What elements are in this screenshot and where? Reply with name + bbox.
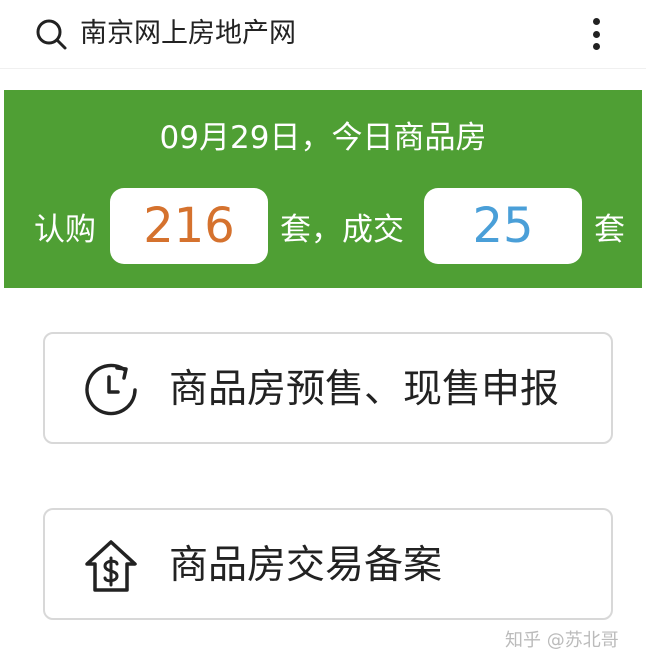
app-title: 南京网上房地产网: [80, 18, 296, 49]
clock-refresh-icon: [85, 363, 137, 416]
more-dot: [592, 43, 600, 50]
more-vertical-icon[interactable]: [584, 14, 608, 54]
subscribe-count: 216: [110, 188, 268, 264]
stats-heading: 09月29日，今日商品房: [159, 120, 487, 156]
watermark: 知乎 @苏北哥: [505, 630, 619, 651]
presale-declaration-label: 商品房预售、现售申报: [169, 367, 560, 412]
trade-filing-button[interactable]: 商品房交易备案: [43, 508, 613, 620]
deal-count: 25: [424, 188, 582, 264]
trade-filing-label: 商品房交易备案: [169, 543, 443, 588]
presale-declaration-button[interactable]: 商品房预售、现售申报: [43, 332, 613, 444]
unit-separator-label: 套，成交: [280, 212, 404, 248]
deal-unit-label: 套: [594, 212, 625, 248]
top-bar: 南京网上房地产网: [0, 0, 646, 69]
daily-stats-banner: 09月29日，今日商品房 认购 216 套，成交 25 套: [4, 90, 642, 288]
more-dot: [592, 18, 600, 25]
more-dot: [592, 30, 600, 38]
house-dollar-icon: [85, 540, 137, 592]
subscribe-label: 认购: [34, 212, 96, 248]
search-icon[interactable]: [34, 17, 68, 51]
